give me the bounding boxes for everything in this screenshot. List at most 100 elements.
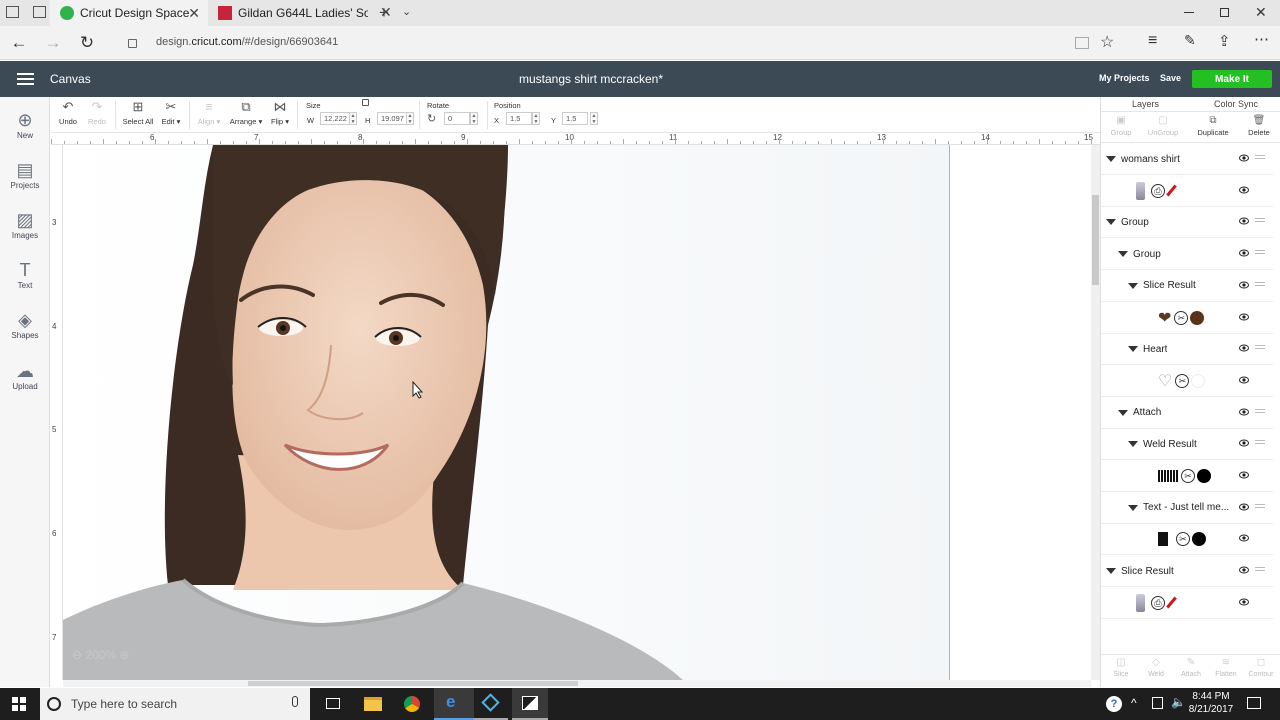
visibility-eye-icon[interactable] <box>1239 534 1249 542</box>
zoom-control[interactable]: ⊖ 200% ⊕ <box>72 648 130 662</box>
zoom-in-icon[interactable]: ⊕ <box>119 648 129 662</box>
chrome-icon[interactable] <box>404 696 420 712</box>
expand-triangle-icon[interactable] <box>1106 219 1116 226</box>
y-stepper[interactable]: ▲ ▼ <box>590 112 598 125</box>
canvas-horizontal-scrollbar[interactable] <box>63 680 1091 687</box>
tab-color-sync[interactable]: Color Sync <box>1214 99 1258 109</box>
save-button[interactable]: Save <box>1160 73 1181 83</box>
notifications-icon[interactable] <box>1247 697 1261 709</box>
visibility-eye-icon[interactable] <box>1239 249 1249 257</box>
photos-icon[interactable] <box>512 688 548 720</box>
file-explorer-icon[interactable] <box>364 697 382 711</box>
tab-cricut[interactable]: Cricut Design Space ✕ <box>50 0 208 26</box>
visibility-eye-icon[interactable] <box>1239 281 1249 289</box>
rail-images[interactable]: ▨ Images <box>0 209 50 240</box>
tab-gildan[interactable]: Gildan G644L Ladies' Softsty <box>208 0 374 26</box>
group-button[interactable]: ▣ Group <box>1101 115 1141 137</box>
edge-icon[interactable]: e <box>434 688 474 720</box>
layer-group-row[interactable]: Group <box>1101 239 1273 271</box>
layer-item-row[interactable]: ✂ <box>1101 524 1273 556</box>
weld-button[interactable]: ◇ Weld <box>1138 657 1174 678</box>
duplicate-button[interactable]: ⧉ Duplicate <box>1193 115 1233 137</box>
drag-handle-icon[interactable] <box>1255 440 1265 445</box>
drag-handle-icon[interactable] <box>1255 155 1265 159</box>
slice-button[interactable]: ◫ Slice <box>1103 657 1139 678</box>
layer-group-row[interactable]: Attach <box>1101 398 1273 429</box>
layer-group-row[interactable]: Slice Result <box>1101 271 1273 302</box>
hub-icon[interactable]: ≡ <box>1148 32 1157 50</box>
rotate-stepper[interactable]: ▲ ▼ <box>470 112 478 125</box>
redo-button[interactable]: ↷ Redo <box>86 97 108 126</box>
visibility-eye-icon[interactable] <box>1239 598 1249 606</box>
layer-item-row[interactable]: ✂ <box>1101 461 1273 492</box>
color-swatch[interactable] <box>1197 469 1211 483</box>
url-field[interactable]: design.cricut.com/#/design/66903641 <box>156 36 338 48</box>
more-icon[interactable]: ⋯ <box>1254 30 1269 48</box>
chevron-down-icon[interactable]: ⌄ <box>402 5 411 18</box>
cricut-app-icon[interactable] <box>474 688 508 720</box>
woman-photo[interactable] <box>63 145 1091 680</box>
share-icon[interactable]: ⇪ <box>1218 32 1231 50</box>
layer-group-row[interactable]: Weld Result <box>1101 429 1273 461</box>
attach-button[interactable]: ✎ Attach <box>1173 657 1209 678</box>
visibility-eye-icon[interactable] <box>1239 566 1249 574</box>
visibility-eye-icon[interactable] <box>1239 313 1249 321</box>
rail-upload[interactable]: ☁ Upload <box>0 360 50 391</box>
visibility-eye-icon[interactable] <box>1239 503 1249 511</box>
forward-icon[interactable]: → <box>36 26 70 60</box>
expand-triangle-icon[interactable] <box>1128 504 1138 511</box>
visibility-eye-icon[interactable] <box>1239 154 1249 162</box>
task-view-icon[interactable] <box>326 698 340 709</box>
color-swatch[interactable] <box>1190 310 1205 325</box>
canvas-vertical-scrollbar[interactable] <box>1091 145 1100 680</box>
layer-group-row[interactable]: Heart <box>1101 334 1273 366</box>
help-icon[interactable]: ? <box>1106 696 1122 712</box>
drag-handle-icon[interactable] <box>1255 408 1265 413</box>
flip-button[interactable]: ⋈ Flip ▾ <box>268 97 292 126</box>
height-stepper[interactable]: ▲ ▼ <box>406 112 414 125</box>
layer-item-row[interactable]: ♡ ✂ <box>1101 366 1273 397</box>
rail-new[interactable]: ⊕ New <box>0 109 50 140</box>
drag-handle-icon[interactable] <box>1255 503 1265 508</box>
height-input[interactable]: 19.097 <box>377 112 407 125</box>
chevron-up-icon[interactable]: ^ <box>1131 696 1137 710</box>
ungroup-button[interactable]: ▢ UnGroup <box>1143 115 1183 137</box>
visibility-eye-icon[interactable] <box>1239 408 1249 416</box>
rail-text[interactable]: T Text <box>0 259 50 290</box>
align-button[interactable]: ≡ Align ▾ <box>195 97 223 126</box>
lock-aspect-icon[interactable] <box>362 99 369 106</box>
expand-triangle-icon[interactable] <box>1128 282 1138 289</box>
tab-back-icon[interactable] <box>33 6 46 18</box>
scrollbar-thumb[interactable] <box>1092 195 1099 285</box>
expand-triangle-icon[interactable] <box>1106 156 1116 162</box>
windows-start-icon[interactable] <box>12 697 26 711</box>
flatten-button[interactable]: ≋ Flatten <box>1208 657 1244 678</box>
layer-group-row[interactable]: womans shirt <box>1101 144 1273 175</box>
drag-handle-icon[interactable] <box>1255 218 1265 223</box>
layer-group-row[interactable]: Text - Just tell me... <box>1101 493 1273 524</box>
close-tab-icon[interactable]: ✕ <box>188 5 200 22</box>
layer-group-row[interactable]: Slice Result <box>1101 556 1273 588</box>
visibility-eye-icon[interactable] <box>1239 471 1249 479</box>
delete-button[interactable]: 🗑 Delete <box>1239 115 1279 137</box>
visibility-eye-icon[interactable] <box>1239 186 1249 194</box>
layer-item-row[interactable]: ⎙ <box>1101 176 1273 207</box>
design-canvas[interactable] <box>63 145 1091 680</box>
expand-triangle-icon[interactable] <box>1128 346 1138 353</box>
pen-icon[interactable]: ✎ <box>1184 32 1196 49</box>
close-window-icon[interactable]: ✕ <box>1255 4 1267 21</box>
visibility-eye-icon[interactable] <box>1239 376 1249 384</box>
back-icon[interactable]: ← <box>2 26 36 60</box>
taskbar-clock[interactable]: 8:44 PM 8/21/2017 <box>1183 690 1239 716</box>
new-tab-icon[interactable]: + <box>379 3 389 23</box>
x-stepper[interactable]: ▲ ▼ <box>532 112 540 125</box>
y-input[interactable]: 1.5 <box>562 112 588 125</box>
zoom-out-icon[interactable]: ⊖ <box>72 648 82 662</box>
tab-layers[interactable]: Layers <box>1132 99 1159 109</box>
undo-button[interactable]: ↶ Undo <box>57 97 79 126</box>
reading-view-icon[interactable] <box>1075 37 1089 49</box>
maximize-icon[interactable] <box>1220 8 1229 17</box>
x-input[interactable]: 1.5 <box>506 112 532 125</box>
select-all-button[interactable]: ⊞ Select All <box>121 97 155 126</box>
scrollbar-thumb[interactable] <box>248 681 578 686</box>
